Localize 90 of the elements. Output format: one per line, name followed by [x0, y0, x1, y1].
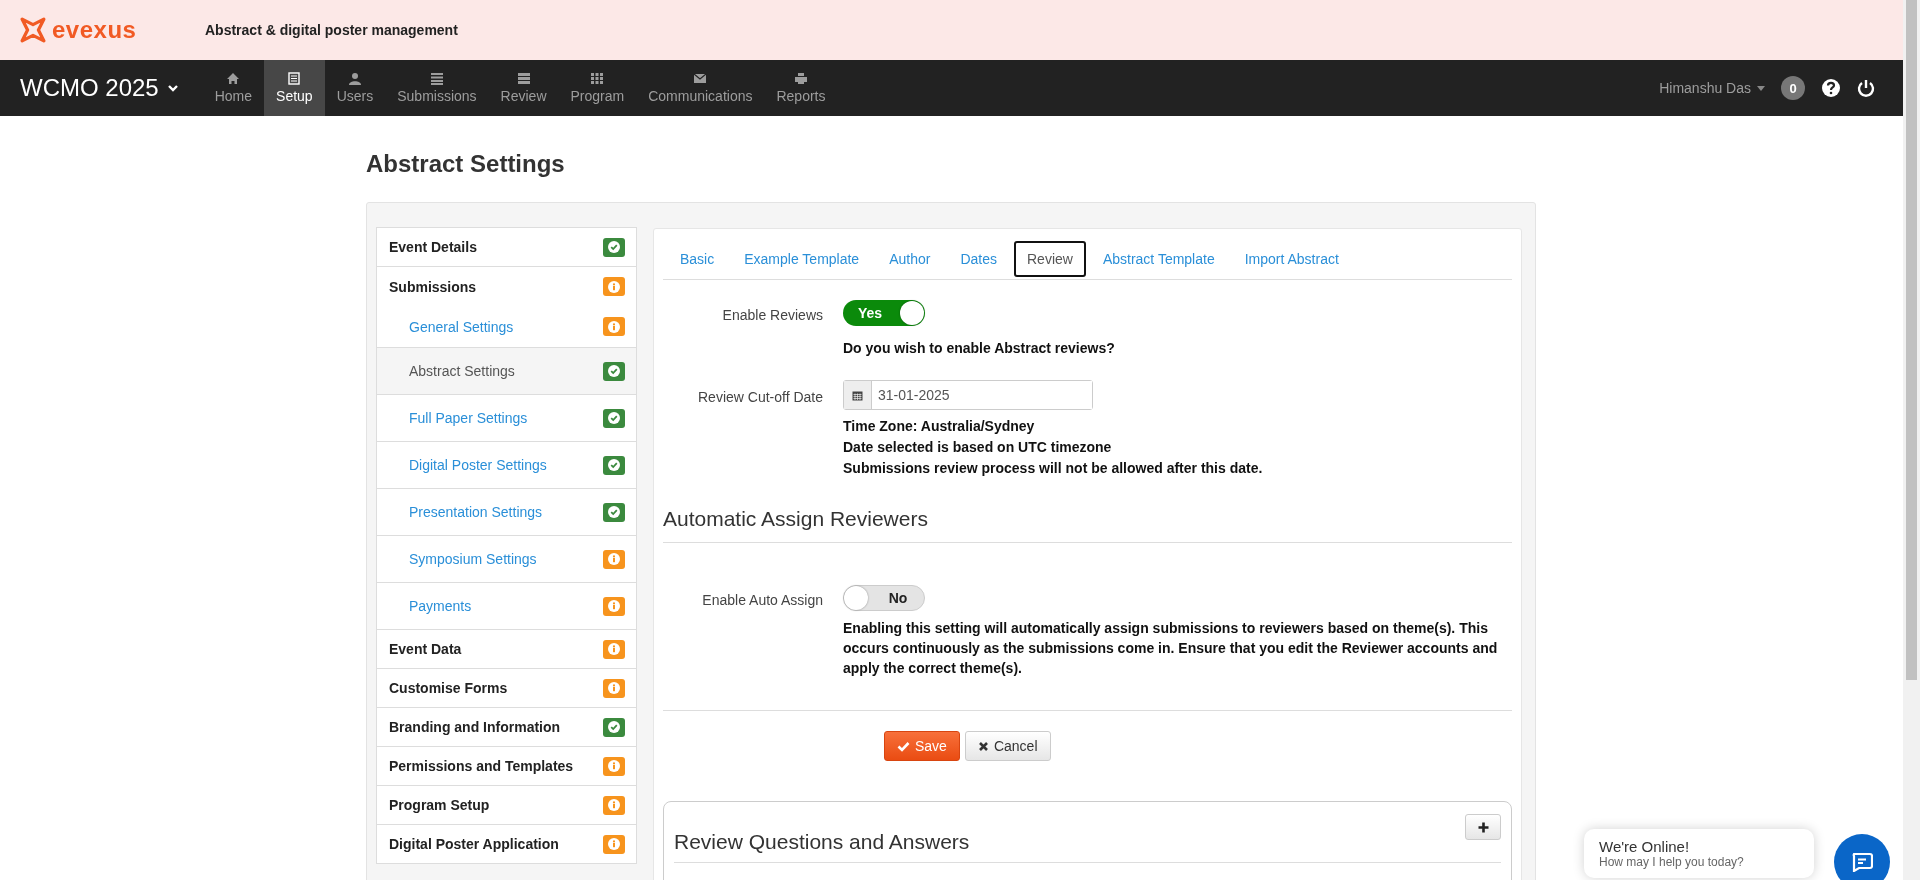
help-text: Submissions review process will not be allowed after this date. [843, 459, 1263, 478]
check-icon [897, 740, 910, 752]
sidebar-subitem[interactable]: Payments [376, 582, 637, 630]
info-icon [608, 280, 620, 293]
sidebar-item[interactable]: Submissions [376, 266, 637, 306]
sidebar-item[interactable]: Digital Poster Application [376, 824, 637, 864]
page-title: Abstract Settings [366, 150, 566, 178]
chat-button[interactable] [1834, 834, 1890, 880]
info-icon [608, 600, 620, 612]
sidebar-subitem[interactable]: General Settings [376, 306, 637, 348]
plus-icon [1477, 821, 1489, 833]
help-text: Do you wish to enable Abstract reviews? [843, 339, 1115, 358]
nav-item[interactable]: Review [488, 60, 559, 116]
field-label: Enable Auto Assign [701, 591, 823, 610]
field-label: Review Cut-off Date [697, 388, 823, 407]
help-text: Date selected is based on UTC timezone [843, 438, 1112, 457]
nav-item[interactable]: Home [202, 60, 265, 116]
tab[interactable]: Review [1014, 241, 1086, 277]
info-icon [608, 760, 620, 772]
nav-item[interactable]: Program [558, 60, 637, 116]
section-heading: Automatic Assign Reviewers [663, 507, 1512, 543]
chat-subtitle: How may I help you today? [1599, 855, 1745, 869]
check-icon [608, 459, 620, 471]
add-button[interactable] [1465, 814, 1501, 840]
person-icon [347, 72, 362, 85]
nav-item[interactable]: Submissions [385, 60, 489, 116]
home-icon [226, 72, 241, 85]
logo-wordmark: evexus [52, 16, 137, 44]
event-selector[interactable]: WCMO 2025 [0, 60, 199, 116]
tab[interactable]: Basic [667, 241, 728, 277]
sidebar-item[interactable]: Customise Forms [376, 668, 637, 708]
close-icon [977, 740, 989, 752]
chat-bubble[interactable]: We're Online! How may I help you today? [1584, 829, 1814, 878]
date-field[interactable]: 31-01-2025 [843, 380, 1093, 410]
tab[interactable]: Example Template [731, 241, 873, 277]
sidebar-subitem[interactable]: Abstract Settings [376, 347, 637, 395]
panel-title: Review Questions and Answers [674, 830, 970, 854]
info-icon [608, 799, 620, 811]
info-icon [608, 643, 620, 655]
printer-icon [793, 72, 808, 85]
server-icon [516, 72, 531, 85]
info-icon [608, 320, 620, 333]
info-icon [608, 838, 620, 850]
cancel-button[interactable]: Cancel [964, 731, 1051, 761]
check-icon [608, 365, 620, 377]
caret-icon [1757, 85, 1765, 91]
sidebar-item[interactable]: Branding and Information [376, 707, 637, 747]
user-menu[interactable]: Himanshu Das [1659, 80, 1765, 96]
tab[interactable]: Author [876, 241, 944, 277]
sidebar-item[interactable]: Event Data [376, 629, 637, 669]
help-icon[interactable] [1821, 78, 1841, 98]
check-icon [608, 412, 620, 424]
grid-icon [590, 72, 605, 85]
info-icon [608, 553, 620, 565]
chat-title: We're Online! [1599, 838, 1691, 855]
tab[interactable]: Abstract Template [1089, 241, 1228, 277]
info-icon [608, 682, 620, 694]
nav-item[interactable]: Reports [764, 60, 838, 116]
calendar-icon [852, 389, 863, 401]
logo-icon [20, 17, 46, 43]
help-text: Time Zone: Australia/Sydney [843, 417, 1035, 436]
check-icon [608, 506, 620, 518]
chevron-icon [166, 83, 179, 93]
scrollbar[interactable] [1903, 0, 1920, 880]
chat-icon [1851, 852, 1873, 872]
tab[interactable]: Dates [947, 241, 1010, 277]
nav-item[interactable]: Communications [636, 60, 765, 116]
toggle-switch[interactable]: No [843, 585, 925, 611]
tab[interactable]: Import Abstract [1231, 241, 1352, 277]
sidebar-subitem[interactable]: Symposium Settings [376, 535, 637, 583]
nav-item[interactable]: Setup [264, 60, 325, 116]
sidebar-item[interactable]: Event Details [376, 227, 637, 267]
sidebar-item[interactable]: Permissions and Templates [376, 746, 637, 786]
power-icon[interactable] [1857, 79, 1875, 97]
sidebar-subitem[interactable]: Digital Poster Settings [376, 441, 637, 489]
notification-count[interactable]: 0 [1781, 76, 1805, 100]
sidebar-subitem[interactable]: Full Paper Settings [376, 394, 637, 442]
envelope-icon [693, 72, 708, 85]
sidebar-subitem[interactable]: Presentation Settings [376, 488, 637, 536]
help-text: Enabling this setting will automatically assign submissions to reviewers based on theme(s). This occurs continuously as the submissions come in. Ensure that you edit the Reviewer accounts and apply the correct theme(s). [843, 619, 1499, 678]
nav-item[interactable]: Users [324, 60, 386, 116]
check-icon [608, 721, 620, 733]
save-button[interactable]: Save [884, 731, 960, 761]
field-label: Enable Reviews [721, 306, 823, 325]
document-icon [287, 72, 302, 85]
tagline: Abstract & digital poster management [205, 22, 458, 38]
toggle-switch[interactable]: Yes [843, 300, 925, 326]
list-icon [429, 72, 444, 85]
check-icon [608, 241, 620, 253]
sidebar-item[interactable]: Program Setup [376, 785, 637, 825]
